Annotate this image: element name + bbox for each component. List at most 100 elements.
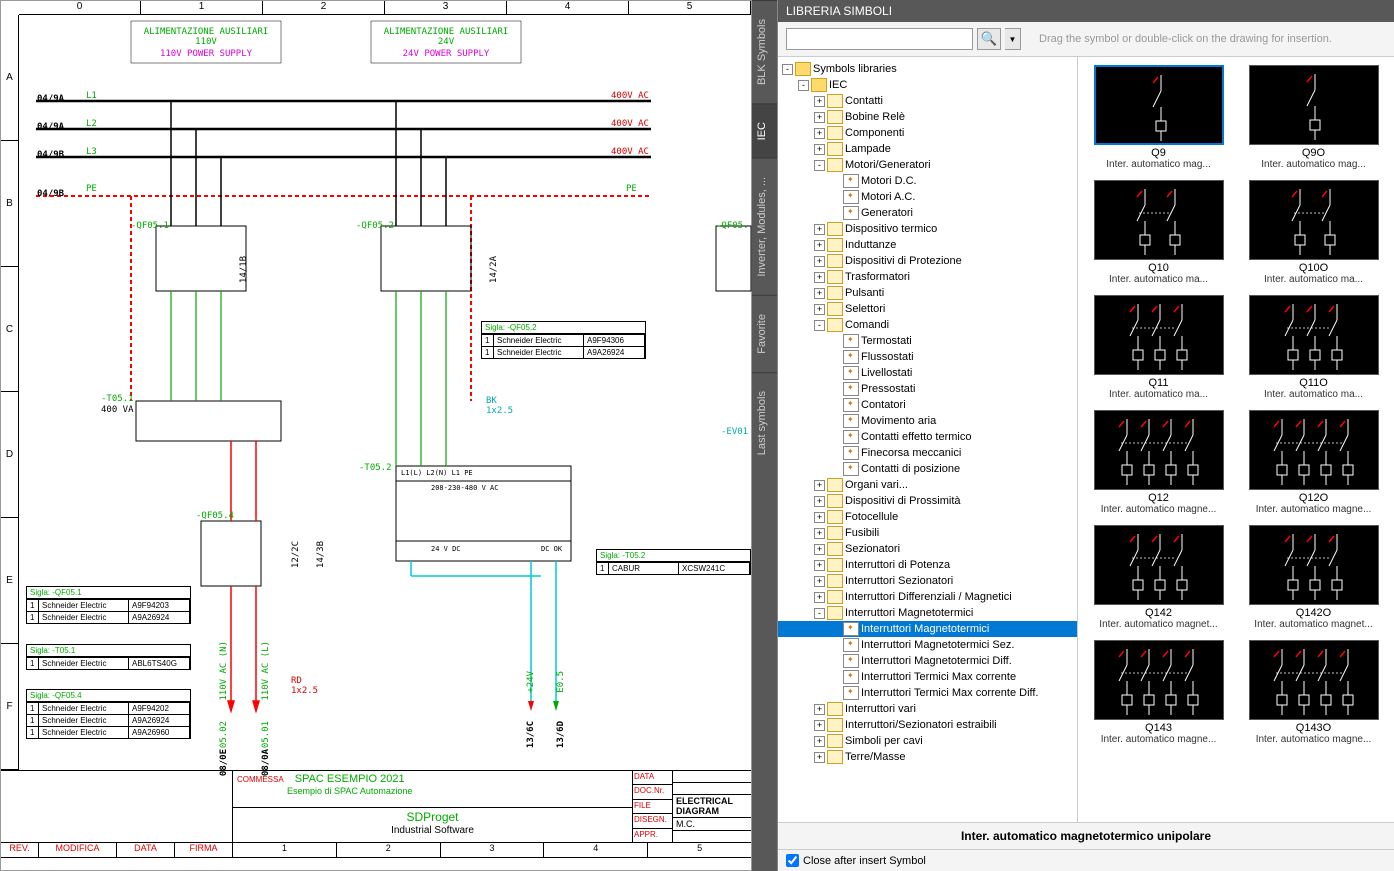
symbol-thumbnail[interactable]: Q9OInter. automatico mag... <box>1241 65 1386 170</box>
tree-toggle-icon[interactable]: - <box>782 64 793 75</box>
tab-iec[interactable]: IEC <box>752 103 777 158</box>
thumbnail-image <box>1249 295 1379 375</box>
tree-toggle-icon[interactable]: + <box>814 240 825 251</box>
tree-item[interactable]: +Induttanze <box>778 237 1077 253</box>
tree-item[interactable]: +Interruttori Differenziali / Magnetici <box>778 589 1077 605</box>
tree-toggle-icon[interactable]: + <box>814 224 825 235</box>
tree-toggle-icon[interactable]: + <box>814 704 825 715</box>
search-dropdown[interactable]: ▼ <box>1005 28 1021 50</box>
tree-item[interactable]: +Lampade <box>778 141 1077 157</box>
tree-toggle-icon[interactable]: + <box>814 576 825 587</box>
tree-toggle-icon[interactable]: + <box>814 496 825 507</box>
tree-item[interactable]: +Interruttori di Potenza <box>778 557 1077 573</box>
tree-toggle-icon[interactable]: + <box>814 272 825 283</box>
symbol-thumbnail[interactable]: Q10OInter. automatico ma... <box>1241 180 1386 285</box>
tree-item[interactable]: +Simboli per cavi <box>778 733 1077 749</box>
tree-item[interactable]: +Interruttori vari <box>778 701 1077 717</box>
tree-item[interactable]: Pressostati <box>778 381 1077 397</box>
symbol-thumbnail[interactable]: Q142OInter. automatico magnet... <box>1241 525 1386 630</box>
tree-toggle-icon[interactable]: + <box>814 752 825 763</box>
tree-item[interactable]: +Pulsanti <box>778 285 1077 301</box>
tree-toggle-icon[interactable]: + <box>814 112 825 123</box>
tree-item[interactable]: +Dispositivi di Protezione <box>778 253 1077 269</box>
category-icon <box>827 750 843 764</box>
symbol-thumbnail[interactable]: Q9Inter. automatico mag... <box>1086 65 1231 170</box>
tree-toggle-icon[interactable]: + <box>814 560 825 571</box>
tree-item[interactable]: Generatori <box>778 205 1077 221</box>
tree-item[interactable]: +Sezionatori <box>778 541 1077 557</box>
tree-item[interactable]: +Selettori <box>778 301 1077 317</box>
tree-toggle-icon[interactable]: - <box>814 160 825 171</box>
tree-toggle-icon[interactable]: + <box>814 304 825 315</box>
symbol-thumbnail[interactable]: Q11Inter. automatico ma... <box>1086 295 1231 400</box>
tab-inverter-modules[interactable]: Inverter, Modules, ... <box>752 158 777 295</box>
tree-item[interactable]: Flussostati <box>778 349 1077 365</box>
tree-item[interactable]: Interruttori Magnetotermici Diff. <box>778 653 1077 669</box>
tree-item[interactable]: Contatti effetto termico <box>778 429 1077 445</box>
close-after-checkbox[interactable] <box>786 854 799 867</box>
tree-item[interactable]: Motori D.C. <box>778 173 1077 189</box>
tree-item[interactable]: +Contatti <box>778 93 1077 109</box>
tree-item[interactable]: Interruttori Termici Max corrente Diff. <box>778 685 1077 701</box>
tree-item[interactable]: Termostati <box>778 333 1077 349</box>
tree-item[interactable]: +Terre/Masse <box>778 749 1077 765</box>
tree-item[interactable]: -Interruttori Magnetotermici <box>778 605 1077 621</box>
tree-item[interactable]: Movimento aria <box>778 413 1077 429</box>
tree-toggle-icon[interactable]: + <box>814 128 825 139</box>
tree-item[interactable]: Interruttori Magnetotermici <box>778 621 1077 637</box>
tree-toggle-icon[interactable]: - <box>798 80 809 91</box>
tree-item[interactable]: +Fusibili <box>778 525 1077 541</box>
tree-item[interactable]: -Comandi <box>778 317 1077 333</box>
tree-item[interactable]: +Dispositivi di Prossimità <box>778 493 1077 509</box>
tree-item[interactable]: +Interruttori/Sezionatori estraibili <box>778 717 1077 733</box>
tree-item[interactable]: Motori A.C. <box>778 189 1077 205</box>
symbol-thumbnail[interactable]: Q12OInter. automatico magne... <box>1241 410 1386 515</box>
thumbnail-grid[interactable]: Q9Inter. automatico mag...Q9OInter. auto… <box>1078 57 1394 822</box>
tree-item[interactable]: -Motori/Generatori <box>778 157 1077 173</box>
tree-item[interactable]: Interruttori Termici Max corrente <box>778 669 1077 685</box>
tab-favorite[interactable]: Favorite <box>752 295 777 372</box>
tree-item[interactable]: Contatti di posizione <box>778 461 1077 477</box>
tree-toggle-icon[interactable]: + <box>814 512 825 523</box>
tree-toggle-icon[interactable]: + <box>814 528 825 539</box>
tree-toggle-icon[interactable]: + <box>814 144 825 155</box>
symbol-thumbnail[interactable]: Q143Inter. automatico magne... <box>1086 640 1231 745</box>
tab-last-symbols[interactable]: Last symbols <box>752 372 777 473</box>
tree-toggle-icon[interactable]: - <box>814 320 825 331</box>
tree-item[interactable]: Livellostati <box>778 365 1077 381</box>
symbol-thumbnail[interactable]: Q143OInter. automatico magne... <box>1241 640 1386 745</box>
tree-item[interactable]: +Componenti <box>778 125 1077 141</box>
tree-item[interactable]: Interruttori Magnetotermici Sez. <box>778 637 1077 653</box>
tree-iec[interactable]: - IEC <box>778 77 1077 93</box>
symbol-thumbnail[interactable]: Q12Inter. automatico magne... <box>1086 410 1231 515</box>
symbol-leaf-icon <box>843 622 859 636</box>
tree-item[interactable]: +Fotocellule <box>778 509 1077 525</box>
symbol-leaf-icon <box>843 398 859 412</box>
tree-toggle-icon[interactable]: + <box>814 96 825 107</box>
tree-item[interactable]: +Bobine Relè <box>778 109 1077 125</box>
search-button[interactable]: 🔍 <box>977 28 1001 50</box>
tab-blk-symbols[interactable]: BLK Symbols <box>752 0 777 103</box>
tree-root[interactable]: - Symbols libraries <box>778 61 1077 77</box>
tree-item[interactable]: +Organi vari... <box>778 477 1077 493</box>
tree-toggle-icon[interactable]: + <box>814 736 825 747</box>
symbol-thumbnail[interactable]: Q11OInter. automatico ma... <box>1241 295 1386 400</box>
drawing-canvas[interactable]: 0 1 2 3 4 5 A B C D E F ALIMENTAZIONE AU… <box>0 0 752 871</box>
search-input[interactable] <box>786 28 973 50</box>
tree-item[interactable]: Finecorsa meccanici <box>778 445 1077 461</box>
symbol-thumbnail[interactable]: Q142Inter. automatico magnet... <box>1086 525 1231 630</box>
tree-toggle-icon[interactable]: + <box>814 480 825 491</box>
tree-item[interactable]: Contatori <box>778 397 1077 413</box>
tree-toggle-icon[interactable]: + <box>814 592 825 603</box>
tree-toggle-icon[interactable]: + <box>814 256 825 267</box>
symbol-tree[interactable]: - Symbols libraries - IEC +Contatti+Bobi… <box>778 57 1078 822</box>
tree-toggle-icon[interactable]: + <box>814 288 825 299</box>
tree-toggle-icon[interactable]: + <box>814 720 825 731</box>
tree-item[interactable]: +Trasformatori <box>778 269 1077 285</box>
tree-item[interactable]: +Interruttori Sezionatori <box>778 573 1077 589</box>
tree-item-label: Generatori <box>861 207 913 219</box>
tree-toggle-icon[interactable]: + <box>814 544 825 555</box>
tree-item[interactable]: +Dispositivo termico <box>778 221 1077 237</box>
symbol-thumbnail[interactable]: Q10Inter. automatico ma... <box>1086 180 1231 285</box>
tree-toggle-icon[interactable]: - <box>814 608 825 619</box>
